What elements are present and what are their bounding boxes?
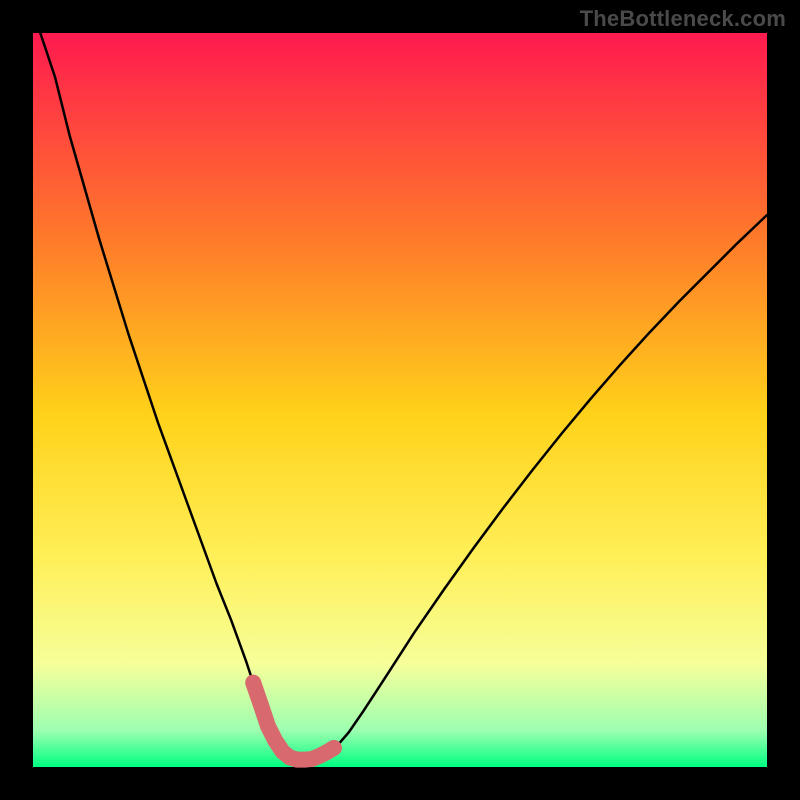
- watermark-text: TheBottleneck.com: [580, 6, 786, 32]
- bottleneck-chart: [0, 0, 800, 800]
- chart-frame: TheBottleneck.com: [0, 0, 800, 800]
